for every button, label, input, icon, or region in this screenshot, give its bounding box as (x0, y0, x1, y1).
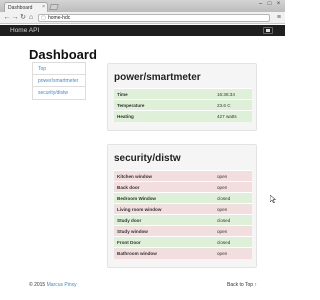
sidebar-item-power-smartmeter[interactable]: power/smartmeter (33, 75, 85, 87)
power-table: Time 16:36:34 Temperature 23.6 C Heating 427 … (114, 88, 252, 122)
table-row: Temperature 23.6 C (114, 99, 252, 111)
table-row: Kitchen window open (114, 170, 252, 182)
close-window-button[interactable]: × (275, 1, 282, 8)
power-panel-title: power/smartmeter (114, 72, 201, 83)
row-key: Living room window (114, 203, 214, 215)
row-key: Back door (114, 181, 214, 193)
browser-tab[interactable]: Dashboard × (4, 2, 48, 12)
row-value: closed (214, 192, 252, 204)
tab-title: Dashboard (8, 5, 33, 11)
row-key: Study window (114, 225, 214, 237)
security-panel: security/distw Kitchen window open Back do… (107, 144, 257, 268)
table-row: Living room window open (114, 203, 252, 215)
power-panel: power/smartmeter Time 16:36:34 Temperature… (107, 63, 257, 131)
back-arrow-icon[interactable]: ← (3, 14, 11, 22)
row-key: Bathroom window (114, 247, 214, 259)
page-title: Dashboard (29, 47, 97, 62)
row-key: Front Door (114, 236, 214, 248)
row-value: open (214, 247, 252, 259)
maximize-button[interactable]: □ (266, 1, 273, 8)
menu-wrench-icon[interactable]: ≡ (277, 14, 281, 22)
copyright-text: © 2015 (29, 282, 46, 288)
address-bar[interactable]: ▢ home-hdc (38, 14, 270, 22)
home-icon[interactable]: ⌂ (27, 14, 35, 22)
forward-arrow-icon[interactable]: → (11, 14, 19, 22)
row-key: Time (114, 88, 214, 100)
row-value: 16:36:34 (214, 88, 252, 100)
navbar-brand[interactable]: Home API (10, 27, 39, 34)
table-row: Study door closed (114, 214, 252, 226)
up-arrow-icon: ↑ (254, 282, 257, 288)
row-key: Kitchen window (114, 170, 214, 182)
minimize-button[interactable]: – (257, 1, 264, 8)
table-row: Bathroom window open (114, 247, 252, 259)
sidebar-item-security-distw[interactable]: security/distw (33, 87, 85, 99)
row-value: 23.6 C (214, 99, 252, 111)
sidebar-item-top[interactable]: Top (33, 63, 85, 75)
row-value: closed (214, 214, 252, 226)
browser-toolbar: ← → ↻ ⌂ ▢ home-hdc ≡ (0, 12, 285, 24)
row-key: Temperature (114, 99, 214, 111)
footer-copyright: © 2015 Marcus Pinxy (29, 282, 77, 288)
back-to-top-link[interactable]: Back to Top ↑ (227, 282, 257, 288)
new-tab-button[interactable] (49, 4, 59, 10)
sidebar-nav: Top power/smartmeter security/distw (32, 62, 86, 100)
table-row: Back door open (114, 181, 252, 193)
page-icon: ▢ (41, 15, 46, 21)
row-value: 427 watts (214, 110, 252, 122)
table-row: Heating 427 watts (114, 110, 252, 122)
row-value: open (214, 181, 252, 193)
row-key: Heating (114, 110, 214, 122)
mouse-cursor-icon (270, 195, 276, 203)
browser-titlebar: Dashboard × – □ × (0, 0, 285, 12)
table-row: Study window open (114, 225, 252, 237)
row-key: Study door (114, 214, 214, 226)
window-controls: – □ × (257, 1, 282, 8)
row-value: open (214, 203, 252, 215)
tab-close-icon[interactable]: × (42, 4, 45, 10)
hamburger-menu-icon[interactable] (263, 27, 273, 34)
security-table: Kitchen window open Back door open Bedroom W… (114, 170, 252, 259)
table-row: Bedroom Window closed (114, 192, 252, 204)
address-text: home-hdc (48, 15, 71, 21)
reload-icon[interactable]: ↻ (19, 14, 27, 22)
row-value: open (214, 170, 252, 182)
table-row: Time 16:36:34 (114, 88, 252, 100)
security-panel-title: security/distw (114, 153, 181, 164)
top-navbar: Home API (0, 25, 285, 36)
table-row: Front Door closed (114, 236, 252, 248)
back-to-top-label: Back to Top (227, 282, 254, 288)
row-value: closed (214, 236, 252, 248)
row-key: Bedroom Window (114, 192, 214, 204)
author-link[interactable]: Marcus Pinxy (47, 282, 77, 288)
row-value: open (214, 225, 252, 237)
